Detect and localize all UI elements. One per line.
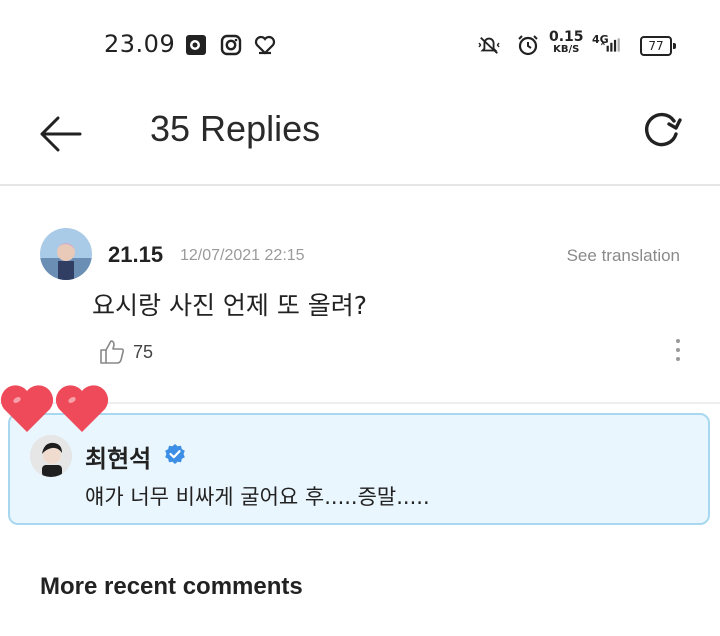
status-time: 23.09	[104, 30, 176, 58]
refresh-icon[interactable]	[636, 106, 686, 156]
reply-avatar[interactable]	[30, 435, 72, 477]
status-bar: 23.09 0.15 KB/S 4G 77	[0, 0, 720, 90]
more-recent-comments-heading: More recent comments	[40, 573, 303, 600]
network-speed-unit: KB/S	[553, 44, 580, 55]
highlighted-reply: 최현석 얘가 너무 비싸게 굴어요 후.....증말.....	[8, 413, 710, 525]
comment-timestamp: 12/07/2021 22:15	[180, 247, 305, 264]
reply-text: 얘가 너무 비싸게 굴어요 후.....증말.....	[85, 485, 430, 509]
reply-avatar-image	[30, 435, 72, 477]
like-count: 75	[133, 342, 154, 362]
reply-username[interactable]: 최현석	[85, 439, 151, 474]
network-speed-value: 0.15	[549, 29, 584, 45]
heart-outline-icon	[254, 35, 276, 55]
hearts-sticker-icon	[0, 385, 109, 432]
network-speed: 0.15 KB/S	[549, 29, 584, 56]
gallery-icon	[186, 35, 206, 55]
more-options-icon[interactable]	[672, 339, 684, 369]
instagram-icon	[220, 34, 242, 56]
signal-icon	[601, 38, 620, 52]
see-translation-link[interactable]: See translation	[567, 246, 680, 266]
mute-icon	[478, 37, 500, 54]
like-icon[interactable]	[98, 338, 126, 366]
back-arrow-icon[interactable]	[36, 110, 84, 158]
battery-level: 77	[648, 39, 664, 53]
app-header: 35 Replies	[0, 90, 720, 186]
avatar[interactable]	[40, 228, 92, 280]
verified-badge-icon	[165, 444, 185, 464]
battery-indicator: 77	[640, 36, 676, 56]
alarm-icon	[518, 35, 538, 56]
comment-username[interactable]: 21.15	[108, 242, 163, 268]
avatar-image	[40, 228, 92, 280]
main-comment: 21.15 12/07/2021 22:15 See translation 요…	[0, 186, 720, 404]
page-title: 35 Replies	[150, 108, 321, 149]
comment-text: 요시랑 사진 언제 또 올려?	[92, 291, 368, 320]
